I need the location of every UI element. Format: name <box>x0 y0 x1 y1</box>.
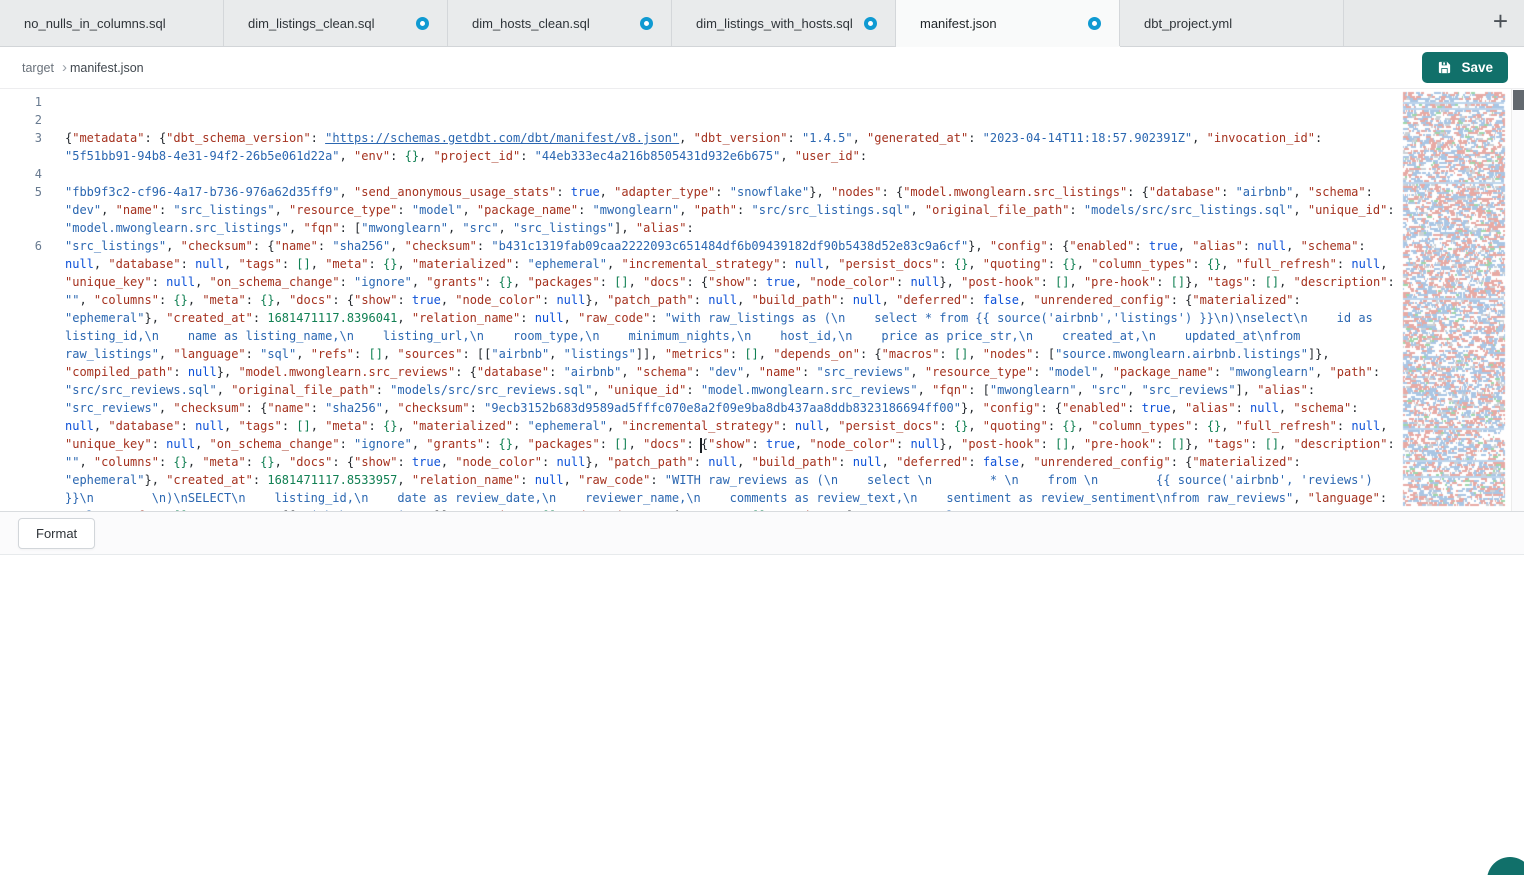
save-button[interactable]: Save <box>1422 52 1508 83</box>
unsaved-changes-dot-icon[interactable] <box>1088 17 1101 30</box>
code-text <box>65 93 1400 111</box>
code-line[interactable]: 1 <box>0 93 1400 111</box>
code-text: "fbb9f3c2-cf96-4a17-b736-976a62d35ff9", … <box>65 183 1400 237</box>
minimap[interactable] <box>1400 89 1511 511</box>
code-line[interactable]: 6"src_listings", "checksum": {"name": "s… <box>0 237 1400 511</box>
code-line[interactable]: 3 {"metadata": {"dbt_schema_version": "ht… <box>0 129 1400 165</box>
tab-manifest-json[interactable]: manifest.json <box>896 0 1120 46</box>
tab-label: manifest.json <box>920 16 997 31</box>
tab-dim-listings-with-hosts-sql[interactable]: dim_listings_with_hosts.sql <box>672 0 896 46</box>
line-number: 2 <box>0 111 42 129</box>
code-text: {"metadata": {"dbt_schema_version": "htt… <box>65 129 1400 165</box>
unsaved-changes-dot-icon[interactable] <box>640 17 653 30</box>
code-line[interactable]: 2 <box>0 111 1400 129</box>
tab-label: no_nulls_in_columns.sql <box>24 16 166 31</box>
results-panel <box>0 555 1524 875</box>
breadcrumb-separator-icon: › <box>62 59 67 76</box>
editor-scrollbar[interactable] <box>1511 89 1524 511</box>
line-number: 4 <box>0 165 42 183</box>
format-toolbar: Format <box>0 511 1524 555</box>
file-toolbar: target › manifest.json Save <box>0 47 1524 89</box>
code-text <box>65 165 1400 183</box>
tab-dbt-project-yml[interactable]: dbt_project.yml <box>1120 0 1344 46</box>
code-text: "src_listings", "checksum": {"name": "sh… <box>65 237 1400 511</box>
editor-scrollbar-thumb[interactable] <box>1513 90 1524 110</box>
unsaved-changes-dot-icon[interactable] <box>416 17 429 30</box>
save-floppy-icon <box>1437 60 1452 75</box>
line-number: 1 <box>0 93 42 111</box>
code-line[interactable]: 5 "fbb9f3c2-cf96-4a17-b736-976a62d35ff9",… <box>0 183 1400 237</box>
save-button-label: Save <box>1461 60 1493 75</box>
tab-label: dim_listings_with_hosts.sql <box>696 16 853 31</box>
line-number: 6 <box>0 237 42 511</box>
tab-strip: no_nulls_in_columns.sql dim_listings_clea… <box>0 0 1524 47</box>
breadcrumb-file: manifest.json <box>70 61 144 75</box>
code-text <box>65 111 1400 129</box>
breadcrumb-folder: target <box>22 61 54 75</box>
tab-label: dim_listings_clean.sql <box>248 16 374 31</box>
code-line[interactable]: 4 <box>0 165 1400 183</box>
tab-no-nulls-in-columns-sql[interactable]: no_nulls_in_columns.sql <box>0 0 224 46</box>
line-number: 3 <box>0 129 42 165</box>
line-number: 5 <box>0 183 42 237</box>
code-editor[interactable]: 1 2 3 {"metadata": {"dbt_schema_version":… <box>0 89 1524 511</box>
tab-dim-hosts-clean-sql[interactable]: dim_hosts_clean.sql <box>448 0 672 46</box>
text-caret <box>700 438 702 453</box>
tab-label: dbt_project.yml <box>1144 16 1232 31</box>
tab-strip-filler: + <box>1344 0 1524 46</box>
dbt-ide-window: { "tabs": { "items": [ { "label": "no_nu… <box>0 0 1524 875</box>
format-button[interactable]: Format <box>18 518 95 549</box>
new-tab-button[interactable]: + <box>1477 8 1524 38</box>
tab-dim-listings-clean-sql[interactable]: dim_listings_clean.sql <box>224 0 448 46</box>
unsaved-changes-dot-icon[interactable] <box>864 17 877 30</box>
tab-label: dim_hosts_clean.sql <box>472 16 590 31</box>
